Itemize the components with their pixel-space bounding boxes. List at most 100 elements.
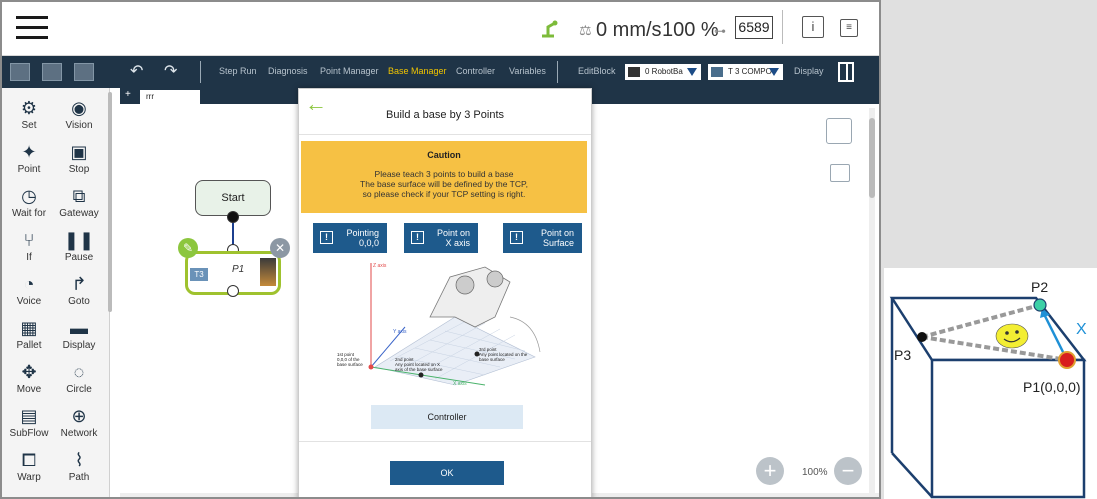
node-palette: ⚙ Set ◉ Vision ✦ Point ▣ Stop ◷ Wait for ⧉ Gat…: [2, 88, 112, 497]
connector-dot: [227, 211, 239, 223]
palette-circle[interactable]: ◌ Circle: [54, 360, 104, 404]
path-icon: ⌇: [74, 450, 84, 470]
edit-icon[interactable]: ✎: [178, 238, 198, 258]
robot-base-select[interactable]: 0 RobotBa: [625, 64, 701, 80]
point-p1: [1058, 351, 1076, 369]
compo-select[interactable]: T 3 COMPO: [708, 64, 783, 80]
ok-button[interactable]: OK: [390, 461, 504, 485]
palette-voice[interactable]: ◔ Voice: [4, 272, 54, 316]
x-axis-point: [418, 372, 424, 378]
z-axis-label: Z axis: [373, 263, 387, 269]
point-surface-button[interactable]: ! Point on Surface: [503, 223, 582, 253]
palette-network[interactable]: ⊕ Network: [54, 404, 104, 448]
pointing-origin-button[interactable]: ! Pointing 0,0,0: [313, 223, 387, 253]
point-p3: [917, 332, 927, 342]
warning-icon: !: [510, 231, 523, 244]
layout-icon[interactable]: [826, 118, 852, 144]
app-window: ⚖ 0 mm/s 100 % ⊶ 6589 i ≡ ↶ ↷ Step Run D…: [0, 0, 881, 499]
controller-button[interactable]: Controller: [371, 405, 523, 429]
palette-set[interactable]: ⚙ Set: [4, 96, 54, 140]
move-icon: ✥: [21, 362, 37, 382]
palette-stop[interactable]: ▣ Stop: [54, 140, 104, 184]
pause-icon: ❚❚: [63, 230, 95, 250]
variables-button[interactable]: Variables: [509, 66, 546, 76]
point-p2: [1033, 298, 1047, 312]
goto-icon: ↱: [71, 274, 87, 294]
palette-if[interactable]: ⑂ If: [4, 228, 54, 272]
subflow-icon: ▤: [20, 406, 38, 426]
caution-title: Caution: [427, 150, 461, 160]
canvas-tools: [826, 118, 856, 188]
speed-readout: 0 mm/s: [596, 19, 662, 41]
canvas-scrollbar[interactable]: [869, 108, 875, 497]
menu-icon[interactable]: [16, 16, 48, 40]
redo-icon[interactable]: ↷: [164, 61, 177, 81]
p2-label: P2: [1031, 279, 1048, 295]
export-icon[interactable]: [74, 63, 94, 81]
circle-icon: ◌: [73, 362, 85, 382]
menu-list-icon[interactable]: ≡: [840, 19, 858, 37]
palette-point[interactable]: ✦ Point: [4, 140, 54, 184]
base-diagram: Z axis Y axis X axis 1st point 0,0,0 of …: [337, 263, 541, 387]
palette-pause[interactable]: ❚❚ Pause: [54, 228, 104, 272]
tool-icon: [711, 67, 723, 77]
voice-icon: ◔: [23, 274, 35, 294]
save-icon[interactable]: [10, 63, 30, 81]
editblock-button[interactable]: EditBlock: [578, 66, 616, 76]
palette-warp[interactable]: ⧠ Warp: [4, 448, 54, 492]
speed-icon: ⚖: [579, 22, 592, 38]
undo-icon[interactable]: ↶: [130, 61, 143, 81]
toggle-icon[interactable]: [830, 164, 850, 182]
add-tab-icon[interactable]: +: [125, 89, 131, 100]
palette-path[interactable]: ⌇ Path: [54, 448, 104, 492]
panel-toggle-icon[interactable]: [838, 62, 854, 82]
palette-move[interactable]: ✥ Move: [4, 360, 54, 404]
zoom-in-button[interactable]: +: [756, 457, 784, 485]
controller-button[interactable]: Controller: [456, 66, 495, 76]
smiley-icon: [995, 323, 1029, 349]
if-icon: ⑂: [23, 230, 35, 250]
third-point-label: base surface: [479, 357, 505, 362]
base-manager-button[interactable]: Base Manager: [388, 66, 447, 76]
palette-vision[interactable]: ◉ Vision: [54, 96, 104, 140]
p3-label: P3: [894, 347, 911, 363]
y-axis-label: Y axis: [393, 329, 407, 335]
connector-dot: [227, 285, 239, 297]
dialog-title: Build a base by 3 Points: [385, 109, 505, 121]
point-x-axis-button[interactable]: ! Point on X axis: [404, 223, 478, 253]
robot-arm-icon: [542, 20, 558, 38]
tab-rrr[interactable]: rrr: [140, 90, 200, 104]
status-bar: ⚖ 0 mm/s 100 % ⊶ 6589 i ≡: [2, 2, 879, 56]
palette-scrollbar[interactable]: [108, 92, 112, 312]
chevron-down-icon: [769, 68, 779, 76]
delete-icon[interactable]: ✕: [270, 238, 290, 258]
warning-icon: !: [320, 231, 333, 244]
origin-point: [368, 364, 374, 370]
palette-subflow[interactable]: ▤ SubFlow: [4, 404, 54, 448]
chevron-down-icon: [687, 68, 697, 76]
save-as-icon[interactable]: [42, 63, 62, 81]
speed-percent: 100 %: [662, 19, 719, 41]
warp-icon: ⧠: [21, 450, 37, 470]
p1-label: P1(0,0,0): [1023, 379, 1081, 395]
palette-gateway[interactable]: ⧉ Gateway: [54, 184, 104, 228]
wait-icon: ◷: [21, 186, 37, 206]
x-label: X: [1076, 321, 1087, 338]
palette-wait-for[interactable]: ◷ Wait for: [4, 184, 54, 228]
zoom-out-button[interactable]: −: [834, 457, 862, 485]
step-run-button[interactable]: Step Run: [219, 66, 257, 76]
first-point-label: base surface: [337, 362, 363, 367]
point-manager-button[interactable]: Point Manager: [320, 66, 379, 76]
display-icon: ▬: [70, 318, 88, 338]
palette-display[interactable]: ▬ Display: [54, 316, 104, 360]
build-base-dialog: ← Build a base by 3 Points Caution Pleas…: [298, 88, 592, 497]
info-icon[interactable]: i: [802, 16, 824, 38]
caution-line: The base surface will be defined by the …: [360, 179, 528, 189]
palette-goto[interactable]: ↱ Goto: [54, 272, 104, 316]
palette-pallet[interactable]: ▦ Pallet: [4, 316, 54, 360]
x-axis-label: X axis: [453, 381, 467, 387]
diagnosis-button[interactable]: Diagnosis: [268, 66, 308, 76]
caution-line: Please teach 3 points to build a base: [374, 169, 514, 179]
display-button[interactable]: Display: [794, 66, 824, 76]
p1-label: P1: [232, 264, 245, 275]
